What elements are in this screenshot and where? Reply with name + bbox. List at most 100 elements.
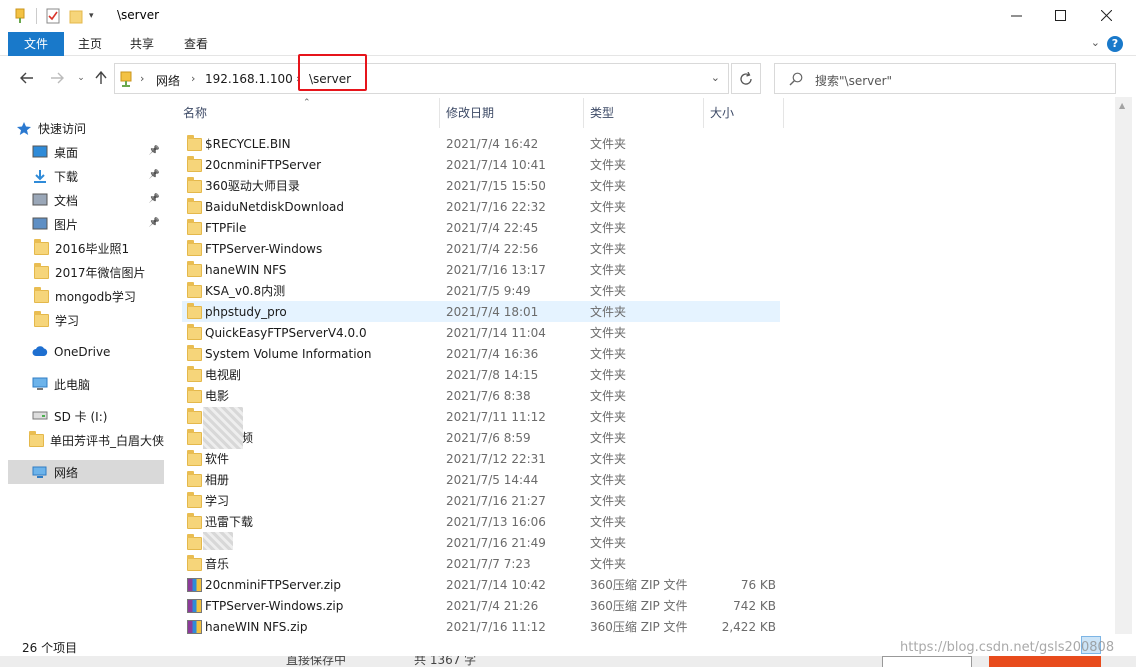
- recent-locations-icon[interactable]: ⌄: [71, 68, 91, 88]
- nav-onedrive[interactable]: OneDrive: [8, 340, 164, 364]
- file-row[interactable]: 音乐 2021/7/7 7:23 文件夹: [182, 553, 780, 574]
- folder-icon: [187, 261, 202, 277]
- nav-sd-card[interactable]: SD 卡 (I:): [8, 404, 164, 428]
- pin-icon[interactable]: [14, 8, 26, 24]
- nav-item[interactable]: 学习: [8, 308, 164, 332]
- network-drive-icon: [119, 71, 133, 90]
- refresh-button[interactable]: [731, 63, 761, 94]
- file-name: QuickEasyFTPServerV4.0.0: [205, 325, 367, 340]
- watermark: https://blog.csdn.net/gsls200808: [900, 640, 1115, 655]
- forward-button[interactable]: [47, 68, 67, 88]
- back-button[interactable]: [17, 68, 37, 88]
- folder-icon: [187, 471, 202, 487]
- tab-share[interactable]: 共享: [122, 32, 162, 56]
- search-input[interactable]: 搜索"\server": [815, 72, 892, 89]
- folder-icon: [34, 238, 49, 255]
- desktop-icon: [32, 145, 48, 159]
- new-folder-icon[interactable]: [69, 8, 83, 24]
- nav-this-pc[interactable]: 此电脑: [8, 372, 164, 396]
- file-date: 2021/7/12 22:31: [446, 451, 546, 466]
- file-row[interactable]: 迅雷下载 2021/7/13 16:06 文件夹: [182, 511, 780, 532]
- search-box[interactable]: 搜索"\server": [774, 63, 1116, 94]
- nav-item[interactable]: 2016毕业照1: [8, 236, 164, 260]
- file-type: 文件夹: [590, 263, 627, 277]
- properties-icon[interactable]: [46, 8, 60, 24]
- nav-item[interactable]: 图片 📌: [8, 212, 164, 236]
- tab-file[interactable]: 文件: [8, 32, 64, 56]
- nav-item[interactable]: 文档 📌: [8, 188, 164, 212]
- file-name: 音乐: [205, 557, 230, 571]
- breadcrumb-separator-icon[interactable]: ›: [191, 72, 195, 85]
- nav-item[interactable]: 2017年微信图片: [8, 260, 164, 284]
- nav-item[interactable]: 下载 📌: [8, 164, 164, 188]
- pin-icon: 📌: [148, 218, 160, 228]
- file-row[interactable]: 相册视频2021/7/6 8:59文件夹: [182, 427, 780, 448]
- expand-ribbon-icon[interactable]: ⌄: [1091, 36, 1100, 49]
- file-row[interactable]: 电视剧 2021/7/8 14:15 文件夹: [182, 364, 780, 385]
- document-icon: [32, 193, 48, 207]
- file-row[interactable]: BaiduNetdiskDownload 2021/7/16 22:32 文件夹: [182, 196, 780, 217]
- file-date: 2021/7/5 9:49: [446, 283, 531, 298]
- minimize-button[interactable]: [993, 0, 1039, 30]
- nav-item[interactable]: 桌面 📌: [8, 140, 164, 164]
- file-row[interactable]: haneWIN NFS 2021/7/16 13:17 文件夹: [182, 259, 780, 280]
- file-row[interactable]: FTPServer-Windows.zip 2021/7/4 21:26 360压缩…: [182, 595, 780, 616]
- file-row[interactable]: 20cnminiFTPServer.zip 2021/7/14 10:42 360压…: [182, 574, 780, 595]
- file-size: 2,422 KB: [721, 619, 776, 634]
- file-date: 2021/7/6 8:59: [446, 430, 531, 445]
- folder-icon: [34, 286, 49, 303]
- folder-icon: [187, 534, 202, 550]
- tab-home[interactable]: 主页: [70, 32, 110, 56]
- file-row[interactable]: 电影 2021/7/6 8:38 文件夹: [182, 385, 780, 406]
- file-name: 20cnminiFTPServer: [205, 157, 322, 172]
- nav-item[interactable]: mongodb学习: [8, 284, 164, 308]
- file-row[interactable]: KSA_v0.8内测 2021/7/5 9:49 文件夹: [182, 280, 780, 301]
- address-bar[interactable]: › 网络 › 192.168.1.100 › \server ⌄: [114, 63, 729, 94]
- file-type: 文件夹: [590, 473, 627, 487]
- file-date: 2021/7/13 16:06: [446, 514, 546, 529]
- nav-sd-child[interactable]: 单田芳评书_白眉大侠: [8, 428, 164, 452]
- title-bar: ▾ \server: [0, 0, 1136, 32]
- file-row[interactable]: 学习 2021/7/16 21:27 文件夹: [182, 490, 780, 511]
- file-type: 文件夹: [590, 179, 627, 193]
- close-button[interactable]: [1083, 0, 1129, 30]
- scroll-up-icon[interactable]: ▲: [1119, 101, 1125, 110]
- file-row[interactable]: 相册2021/7/11 11:12文件夹: [182, 406, 780, 427]
- breadcrumb-host[interactable]: 192.168.1.100: [205, 72, 293, 86]
- file-row[interactable]: FTPServer-Windows 2021/7/4 22:56 文件夹: [182, 238, 780, 259]
- up-button[interactable]: [91, 68, 111, 88]
- file-row[interactable]: FTPFile 2021/7/4 22:45 文件夹: [182, 217, 780, 238]
- address-dropdown-icon[interactable]: ⌄: [711, 71, 720, 84]
- zip-archive-icon: [187, 620, 202, 634]
- file-row[interactable]: 软件 2021/7/12 22:31 文件夹: [182, 448, 780, 469]
- nav-network[interactable]: 网络: [8, 460, 164, 484]
- vertical-scrollbar[interactable]: ▲: [1115, 97, 1132, 634]
- file-date: 2021/7/4 16:42: [446, 136, 539, 151]
- column-header-type[interactable]: 类型: [584, 98, 704, 128]
- file-row[interactable]: $RECYCLE.BIN 2021/7/4 16:42 文件夹: [182, 133, 780, 154]
- nav-quick-access[interactable]: 快速访问: [8, 116, 164, 140]
- search-icon: [789, 72, 803, 89]
- file-row[interactable]: 20cnminiFTPServer 2021/7/14 10:41 文件夹: [182, 154, 780, 175]
- file-row[interactable]: phpstudy_pro 2021/7/4 18:01 文件夹: [182, 301, 780, 322]
- star-icon: [16, 121, 32, 135]
- folder-icon: [187, 240, 202, 256]
- chevron-down-icon[interactable]: ▾: [89, 11, 94, 21]
- file-row[interactable]: 相册2021/7/16 21:49文件夹: [182, 532, 780, 553]
- help-icon[interactable]: ?: [1107, 36, 1123, 52]
- maximize-button[interactable]: [1037, 0, 1083, 30]
- file-row[interactable]: System Volume Information 2021/7/4 16:36 文…: [182, 343, 780, 364]
- breadcrumb-separator-icon[interactable]: ›: [140, 72, 144, 85]
- file-row[interactable]: 360驱动大师目录 2021/7/15 15:50 文件夹: [182, 175, 780, 196]
- computer-icon: [32, 377, 48, 391]
- breadcrumb-network[interactable]: 网络: [156, 72, 180, 89]
- background-word-count: 共 1367 字: [414, 656, 477, 667]
- column-header-date[interactable]: 修改日期: [440, 98, 584, 128]
- column-header-size[interactable]: 大小: [704, 98, 784, 128]
- tab-view[interactable]: 查看: [176, 32, 216, 56]
- file-name: 迅雷下载: [205, 515, 254, 529]
- file-type: 文件夹: [590, 389, 627, 403]
- file-row[interactable]: 相册 2021/7/5 14:44 文件夹: [182, 469, 780, 490]
- file-row[interactable]: QuickEasyFTPServerV4.0.0 2021/7/14 11:04 文…: [182, 322, 780, 343]
- folder-icon: [187, 408, 202, 424]
